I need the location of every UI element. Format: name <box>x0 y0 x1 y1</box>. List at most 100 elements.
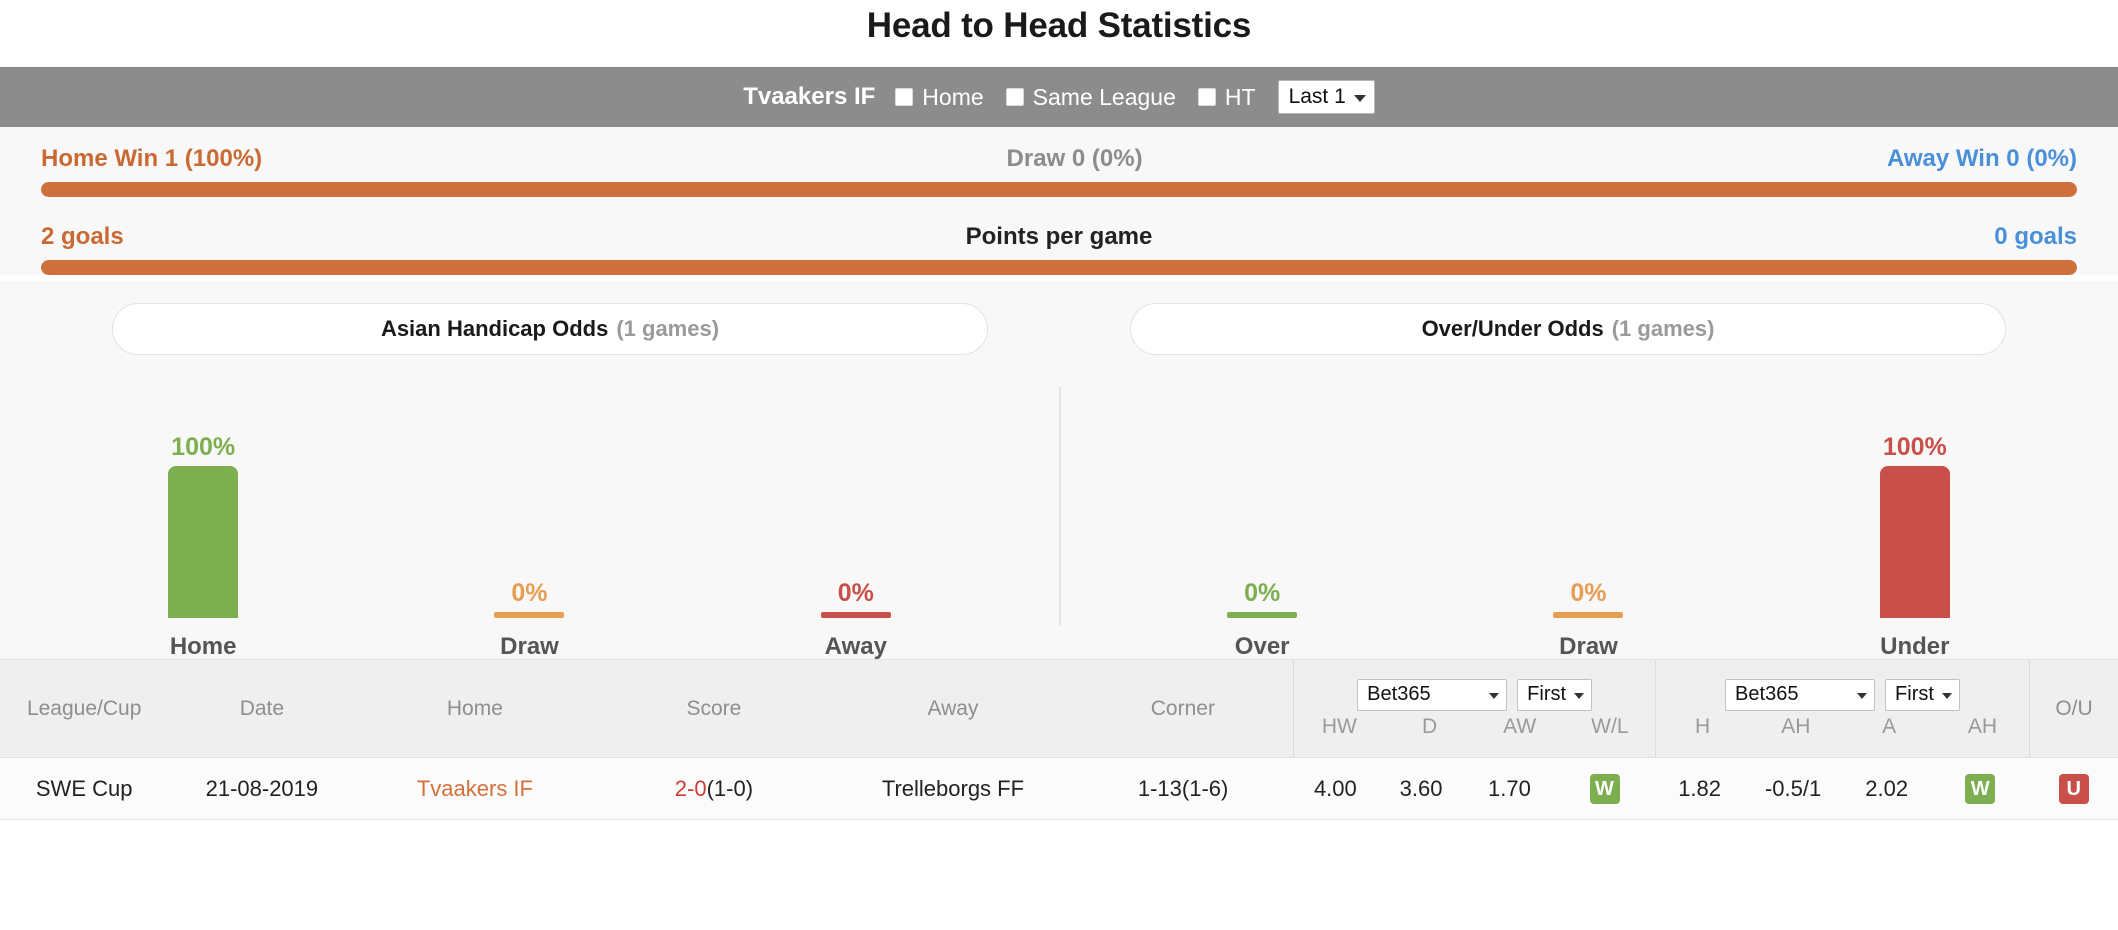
bar-category-label: Home <box>169 633 237 660</box>
bar-value-label: 0% <box>837 579 874 607</box>
bar-category-label: Under <box>1880 633 1950 660</box>
table-row[interactable]: SWE Cup 21-08-2019 Tvaakers IF 2-0(1-0) Trel… <box>0 757 2118 820</box>
chevron-down-icon <box>1941 692 1952 699</box>
bar-value-label: 0% <box>511 579 548 607</box>
subcol-ah2: AH <box>1967 714 1998 738</box>
match-table-header-row: League/Cup Date Home Score Away Corner B… <box>0 659 2118 758</box>
points-summary-block: 2 goals Points per game 0 goals <box>41 223 2077 275</box>
home-goals-label: 2 goals <box>41 223 124 250</box>
filter-home-group[interactable]: Home <box>895 83 984 111</box>
filter-same-league-label: Same League <box>1032 83 1176 110</box>
col-group-ah-odds: Bet365 First H AH A AH <box>1654 659 2030 758</box>
cell-ou: U <box>2029 757 2118 820</box>
odds-charts: 100% Home 0% Draw 0% Away 0% Over 0% Draw 100% Und… <box>0 355 2118 659</box>
result-summary-block: Home Win 1 (100%) Draw 0 (0%) Away Win 0… <box>41 145 2077 197</box>
bar-value-label: 0% <box>1570 579 1607 607</box>
period-select-ah[interactable]: First <box>1885 678 1960 711</box>
tab-over-under-odds[interactable]: Over/Under Odds (1 games) <box>1130 303 2006 355</box>
tab-asian-handicap-label: Asian Handicap Odds <box>380 316 609 341</box>
cell-league: SWE Cup <box>0 757 169 820</box>
subcol-a: A <box>1882 714 1897 738</box>
bookmaker-select-ah[interactable]: Bet365 <box>1725 678 1876 711</box>
bar-shape <box>1879 466 1950 618</box>
points-bar-fill <box>41 260 2077 275</box>
chevron-down-icon <box>1857 692 1868 699</box>
match-table-body: SWE Cup 21-08-2019 Tvaakers IF 2-0(1-0) Trel… <box>0 757 2118 820</box>
chart-divider <box>1059 387 1061 625</box>
col-corner[interactable]: Corner <box>1072 659 1294 758</box>
cell-corner: 1-13(1-6) <box>1072 757 1294 820</box>
col-score[interactable]: Score <box>594 659 834 758</box>
result-badge-ou: U <box>2058 773 2089 804</box>
result-badge-ah: W <box>1965 773 1996 804</box>
filter-same-league-group[interactable]: Same League <box>1005 83 1176 111</box>
bar-category-label: Over <box>1234 633 1290 660</box>
filter-bar: Tvaakers IF Home Same League HT Last 1 <box>0 67 2118 127</box>
range-select-value: Last 1 <box>1288 85 1346 108</box>
checkbox-home[interactable] <box>895 88 914 106</box>
bar-category-label: Draw <box>500 633 559 660</box>
summary-panel: Home Win 1 (100%) Draw 0 (0%) Away Win 0… <box>0 127 2118 275</box>
period-select-1x2[interactable]: First <box>1517 678 1593 711</box>
col-home[interactable]: Home <box>355 659 595 758</box>
asian-handicap-chart: 100% Home 0% Draw 0% Away <box>0 373 1059 659</box>
score-halftime: (1-0) <box>706 775 754 801</box>
chevron-down-icon <box>1574 692 1585 699</box>
result-badge-wl: W <box>1589 773 1620 804</box>
points-bar-track <box>41 260 2077 275</box>
cell-ah2: W <box>1930 757 2030 820</box>
cell-d: 3.60 <box>1376 757 1466 820</box>
checkbox-ht[interactable] <box>1197 88 1216 106</box>
home-win-label: Home Win 1 (100%) <box>41 145 263 172</box>
subcol-hw: HW <box>1321 714 1357 738</box>
home-team-link[interactable]: Tvaakers IF <box>417 776 533 801</box>
filter-ht-group[interactable]: HT <box>1197 84 1256 111</box>
points-summary-labels: 2 goals Points per game 0 goals <box>41 223 2077 251</box>
match-table: League/Cup Date Home Score Away Corner B… <box>0 659 2118 820</box>
bar-column-draw: 0% Draw <box>1513 389 1663 659</box>
col-date[interactable]: Date <box>168 659 356 758</box>
bookmaker-select-1x2[interactable]: Bet365 <box>1357 678 1508 711</box>
period-select-ah-value: First <box>1895 683 1934 705</box>
bar-column-away: 0% Away <box>781 389 931 659</box>
subcol-h: H <box>1694 714 1711 738</box>
bar-value-label: 100% <box>171 433 236 461</box>
bookmaker-select-ah-value: Bet365 <box>1735 683 1799 705</box>
bar-category-label: Draw <box>1559 633 1618 660</box>
bar-column-under: 100% Under <box>1840 389 1990 659</box>
bar-zero-baseline <box>1227 612 1298 618</box>
cell-a: 2.02 <box>1842 757 1931 820</box>
odds-tabs-row: Asian Handicap Odds (1 games) Over/Under… <box>0 281 2118 355</box>
draw-label: Draw 0 (0%) <box>1006 145 1143 172</box>
bar-value-label: 100% <box>1882 433 1947 461</box>
match-table-head: League/Cup Date Home Score Away Corner B… <box>0 659 2118 758</box>
tab-asian-handicap-odds[interactable]: Asian Handicap Odds (1 games) <box>112 303 988 355</box>
result-bar-fill <box>41 182 2077 197</box>
col-group-1x2-odds: Bet365 First HW D AW W/L <box>1293 659 1656 758</box>
asian-handicap-tab-cell: Asian Handicap Odds (1 games) <box>41 303 1059 355</box>
tab-asian-handicap-games: (1 games) <box>616 316 720 341</box>
score-fulltime: 2-0 <box>674 775 707 801</box>
odds-aw: 1.70 <box>1488 775 1531 801</box>
col-league-cup[interactable]: League/Cup <box>0 659 169 758</box>
chevron-down-icon <box>1353 94 1366 102</box>
cell-home-team: Tvaakers IF <box>355 757 595 820</box>
range-select[interactable]: Last 1 <box>1277 80 1375 114</box>
filter-home-label: Home <box>922 83 984 110</box>
checkbox-same-league[interactable] <box>1005 88 1024 106</box>
cell-score: 2-0(1-0) <box>594 757 834 820</box>
away-team-link[interactable]: Trelleborgs FF <box>882 776 1024 801</box>
col-over-under[interactable]: O/U <box>2029 659 2118 758</box>
tab-over-under-label: Over/Under Odds <box>1421 316 1604 341</box>
result-summary-labels: Home Win 1 (100%) Draw 0 (0%) Away Win 0… <box>41 145 2077 173</box>
bar-column-over: 0% Over <box>1187 389 1337 659</box>
bar-shape <box>168 466 239 618</box>
cell-ah1: -0.5/1 <box>1743 757 1843 820</box>
chevron-down-icon <box>1489 692 1500 699</box>
cell-date: 21-08-2019 <box>168 757 356 820</box>
cell-aw: 1.70 <box>1465 757 1554 820</box>
subcol-d: D <box>1421 714 1438 738</box>
col-away[interactable]: Away <box>833 659 1073 758</box>
over-under-chart: 0% Over 0% Draw 100% Under <box>1059 373 2118 659</box>
odds-hw: 4.00 <box>1313 775 1357 801</box>
